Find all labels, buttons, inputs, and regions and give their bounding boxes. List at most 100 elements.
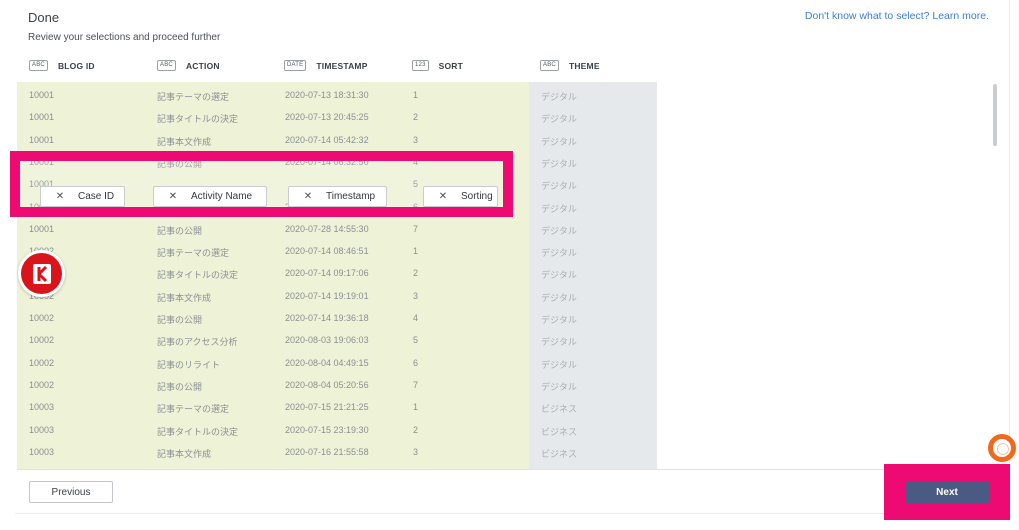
mapping-chip-activity-name: ✕ Activity Name xyxy=(153,186,267,207)
table-cell: 記事の公開 xyxy=(157,381,203,392)
table-cell: 2020-07-15 23:19:30 xyxy=(285,424,369,435)
mapping-chip-case-id: ✕ Case ID xyxy=(40,186,125,207)
table-cell: 10003 xyxy=(29,446,55,457)
app-logo-icon[interactable] xyxy=(18,250,65,297)
table-cell: 10003 xyxy=(29,424,55,435)
table-cell: 10001 xyxy=(29,90,55,100)
table-cell: 2020-08-03 19:06:03 xyxy=(285,335,369,346)
previous-button[interactable]: Previous xyxy=(29,481,113,503)
close-icon[interactable]: ✕ xyxy=(167,191,179,202)
table-cell: 1 xyxy=(413,402,419,413)
table-cell: 2 xyxy=(413,424,419,435)
table-scrollbar[interactable] xyxy=(993,84,997,146)
table-cell: 5 xyxy=(413,335,419,346)
table-cell: デジタル xyxy=(541,225,577,236)
table-cell: デジタル xyxy=(541,315,577,325)
table-cell: 10001 xyxy=(29,223,55,234)
table-cell: ビジネス xyxy=(541,448,578,459)
table-cell: デジタル xyxy=(541,248,577,259)
table-cell: 10002 xyxy=(29,313,55,323)
table-cell: 10003 xyxy=(29,402,55,413)
table-cell: デジタル xyxy=(541,181,577,192)
column-header-label: SORT xyxy=(438,60,464,71)
table-cell: 3 xyxy=(413,446,419,457)
next-button[interactable]: Next xyxy=(905,481,989,503)
table-cell: 2020-07-16 21:55:58 xyxy=(285,446,369,457)
table-cell: 記事テーマの選定 xyxy=(157,92,230,102)
data-preview-table[interactable]: 10001 記事テーマの選定 2020-07-13 18:31:30 1 デジタル 100… xyxy=(17,82,995,470)
page-subtitle: Review your selections and proceed furth… xyxy=(28,32,221,43)
table-cell: デジタル xyxy=(541,270,577,281)
table-row: 10001 記事本文作成 2020-07-14 05:42:32 3 デジタル xyxy=(17,130,995,152)
table-cell: 記事の公開 xyxy=(157,315,203,325)
table-cell: 2020-07-28 14:55:30 xyxy=(285,223,369,234)
column-header-label: THEME xyxy=(568,60,600,71)
table-cell: デジタル xyxy=(541,381,577,392)
mapping-chip-label: Activity Name xyxy=(191,191,253,202)
table-cell: 2020-08-04 04:49:15 xyxy=(285,357,369,368)
table-cell: 記事テーマの選定 xyxy=(157,248,230,259)
close-icon[interactable]: ✕ xyxy=(437,191,449,202)
table-cell: 記事タイトルの決定 xyxy=(157,270,239,281)
mapping-chip-label: Timestamp xyxy=(326,191,376,202)
table-cell: 2020-07-14 19:19:01 xyxy=(285,290,369,301)
mapping-chip-timestamp: ✕ Timestamp xyxy=(288,186,387,207)
table-cell: 10002 xyxy=(29,335,55,346)
table-cell: 2020-07-13 18:31:30 xyxy=(285,90,369,100)
table-cell: デジタル xyxy=(541,114,577,125)
column-header-timestamp: DATE TIMESTAMP xyxy=(284,60,368,71)
help-link[interactable]: Don't know what to select? Learn more. xyxy=(805,10,989,22)
table-cell: 2020-07-14 09:17:06 xyxy=(285,268,369,279)
table-cell: ビジネス xyxy=(541,426,578,437)
help-lifebuoy-icon[interactable] xyxy=(988,434,1016,462)
table-cell: 10001 xyxy=(29,134,55,145)
table-row: 10002記事タイトルの決定2020-07-14 09:17:062デジタル xyxy=(17,263,995,285)
table-row: 10002記事本文作成2020-07-14 19:19:013デジタル xyxy=(17,286,995,308)
table-cell: デジタル xyxy=(541,292,577,303)
table-cell: 記事タイトルの決定 xyxy=(157,426,239,437)
table-cell: 7 xyxy=(413,223,419,234)
column-header-label: TIMESTAMP xyxy=(316,60,368,71)
date-type-icon: DATE xyxy=(284,60,307,71)
table-row: 10002 記事のアクセス分析 2020-08-03 19:06:03 5 デジタル xyxy=(17,330,995,352)
table-cell: 3 xyxy=(413,134,419,145)
table-cell: 7 xyxy=(413,379,419,390)
table-row: 10002 記事のリライト 2020-08-04 04:49:15 6 デジタル xyxy=(17,353,995,375)
table-cell: デジタル xyxy=(541,136,577,147)
table-cell: 記事タイトルの決定 xyxy=(157,114,239,125)
close-icon[interactable]: ✕ xyxy=(54,191,66,202)
column-header-blog-id: ABC BLOG ID xyxy=(29,60,95,71)
mapping-chip-label: Sorting xyxy=(461,191,493,202)
table-cell: 記事本文作成 xyxy=(157,292,212,303)
table-row: 10001 記事テーマの選定 2020-07-13 18:31:30 1 デジタル xyxy=(17,85,995,107)
table-cell: 6 xyxy=(413,357,419,368)
close-icon[interactable]: ✕ xyxy=(302,191,314,202)
table-cell: 2020-07-14 05:42:32 xyxy=(285,134,369,145)
column-header-label: ACTION xyxy=(185,60,220,71)
table-cell: 10002 xyxy=(29,379,55,390)
column-headers: ABC BLOG ID ABC ACTION DATE TIMESTAMP 12… xyxy=(0,60,1019,78)
table-cell: 2020-08-04 05:20:56 xyxy=(285,379,369,390)
table-cell: 2020-07-14 19:36:18 xyxy=(285,313,369,323)
page-title: Done xyxy=(28,10,60,25)
column-header-label: BLOG ID xyxy=(57,60,95,71)
table-cell: デジタル xyxy=(541,337,577,348)
table-cell: デジタル xyxy=(541,92,577,102)
column-header-theme: ABC THEME xyxy=(540,60,600,71)
mapping-chip-label: Case ID xyxy=(78,191,115,202)
table-cell: 記事本文作成 xyxy=(157,136,212,147)
table-cell: 記事本文作成 xyxy=(157,448,212,459)
table-cell: 2020-07-15 21:21:25 xyxy=(285,402,369,413)
mapping-chip-sorting: ✕ Sorting xyxy=(423,186,498,207)
table-row: 10002 記事の公開 2020-08-04 05:20:56 7 デジタル xyxy=(17,375,995,397)
table-row: 10001 記事の公開 2020-07-28 14:55:30 7 デジタル xyxy=(17,219,995,241)
table-cell: 記事の公開 xyxy=(157,225,203,236)
text-type-icon: ABC xyxy=(157,60,176,71)
table-row: 10003 記事本文作成 2020-07-16 21:55:58 3 ビジネス xyxy=(17,442,995,464)
table-cell: 記事テーマの選定 xyxy=(157,404,230,415)
table-cell: 10001 xyxy=(29,112,55,123)
table-cell: 2 xyxy=(413,112,419,123)
column-mapping-bar: ✕ Case ID ✕ Activity Name ✕ Timestamp ✕ … xyxy=(10,151,513,217)
table-row: 10002 記事の公開 2020-07-14 19:36:18 4 デジタル xyxy=(17,308,995,330)
table-cell: 3 xyxy=(413,290,419,301)
